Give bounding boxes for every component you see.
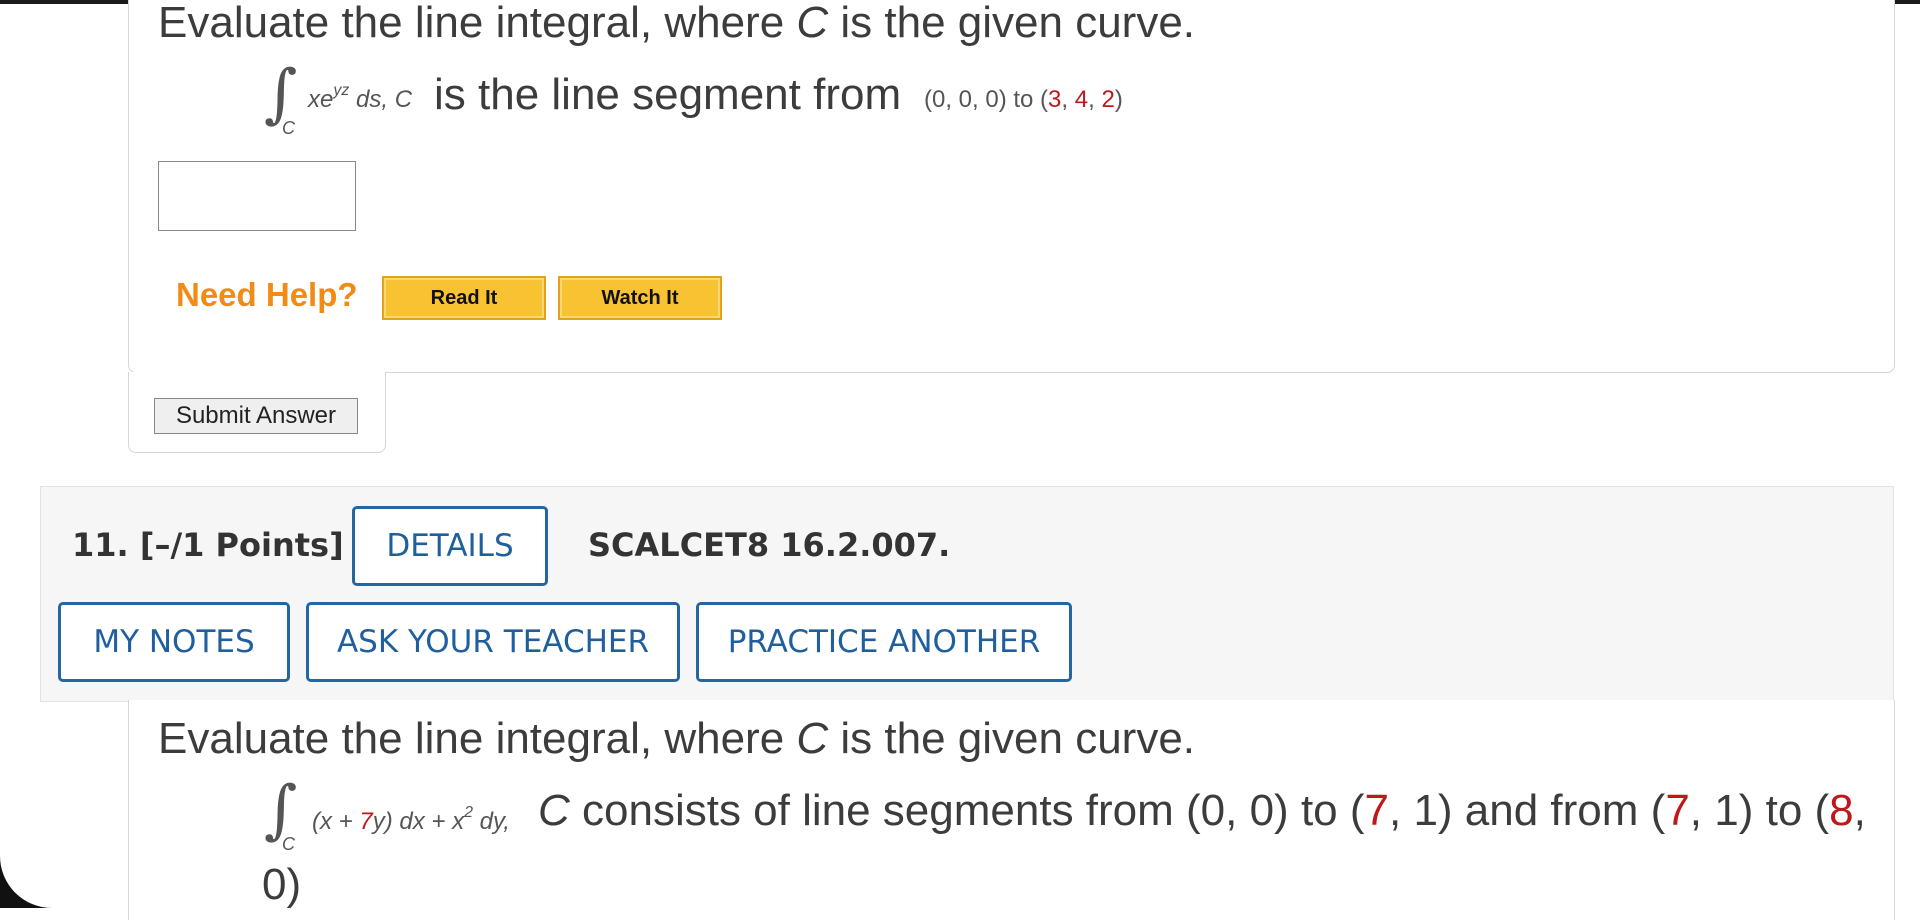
question-11-prompt: Evaluate the line integral, where C is t… xyxy=(158,714,1196,763)
screen-corner xyxy=(0,856,52,908)
curve-description-wrap: 0) xyxy=(262,860,302,909)
answer-input[interactable] xyxy=(158,161,356,231)
segment-endpoints: (0, 0, 0) to (3, 4, 2) xyxy=(924,86,1123,113)
details-button[interactable]: DETAILS xyxy=(352,506,548,586)
curve-description: is the line segment from xyxy=(434,70,902,119)
integrand-2: (x + 7y) dx + x2 dy, xyxy=(312,804,510,835)
integral-subscript: C xyxy=(282,118,295,138)
submit-answer-button[interactable]: Submit Answer xyxy=(154,398,358,434)
question-number-points: 11. [–/1 Points] xyxy=(72,526,344,564)
integrand: xeyz ds, C xyxy=(308,82,413,113)
watch-it-button[interactable]: Watch It xyxy=(558,276,722,320)
integral-symbol: ∫ xyxy=(264,57,298,131)
my-notes-button[interactable]: MY NOTES xyxy=(58,602,290,682)
curve-description-2: C consists of line segments from (0, 0) … xyxy=(538,786,1866,835)
integral-subscript-2: C xyxy=(282,834,295,854)
integral-symbol-2: ∫ xyxy=(264,773,298,847)
question-reference: SCALCET8 16.2.007. xyxy=(588,526,951,564)
practice-another-button[interactable]: PRACTICE ANOTHER xyxy=(696,602,1072,682)
ask-your-teacher-button[interactable]: ASK YOUR TEACHER xyxy=(306,602,680,682)
read-it-button[interactable]: Read It xyxy=(382,276,546,320)
need-help-label: Need Help? xyxy=(176,276,358,313)
question-10-prompt: Evaluate the line integral, where C is t… xyxy=(158,0,1196,47)
